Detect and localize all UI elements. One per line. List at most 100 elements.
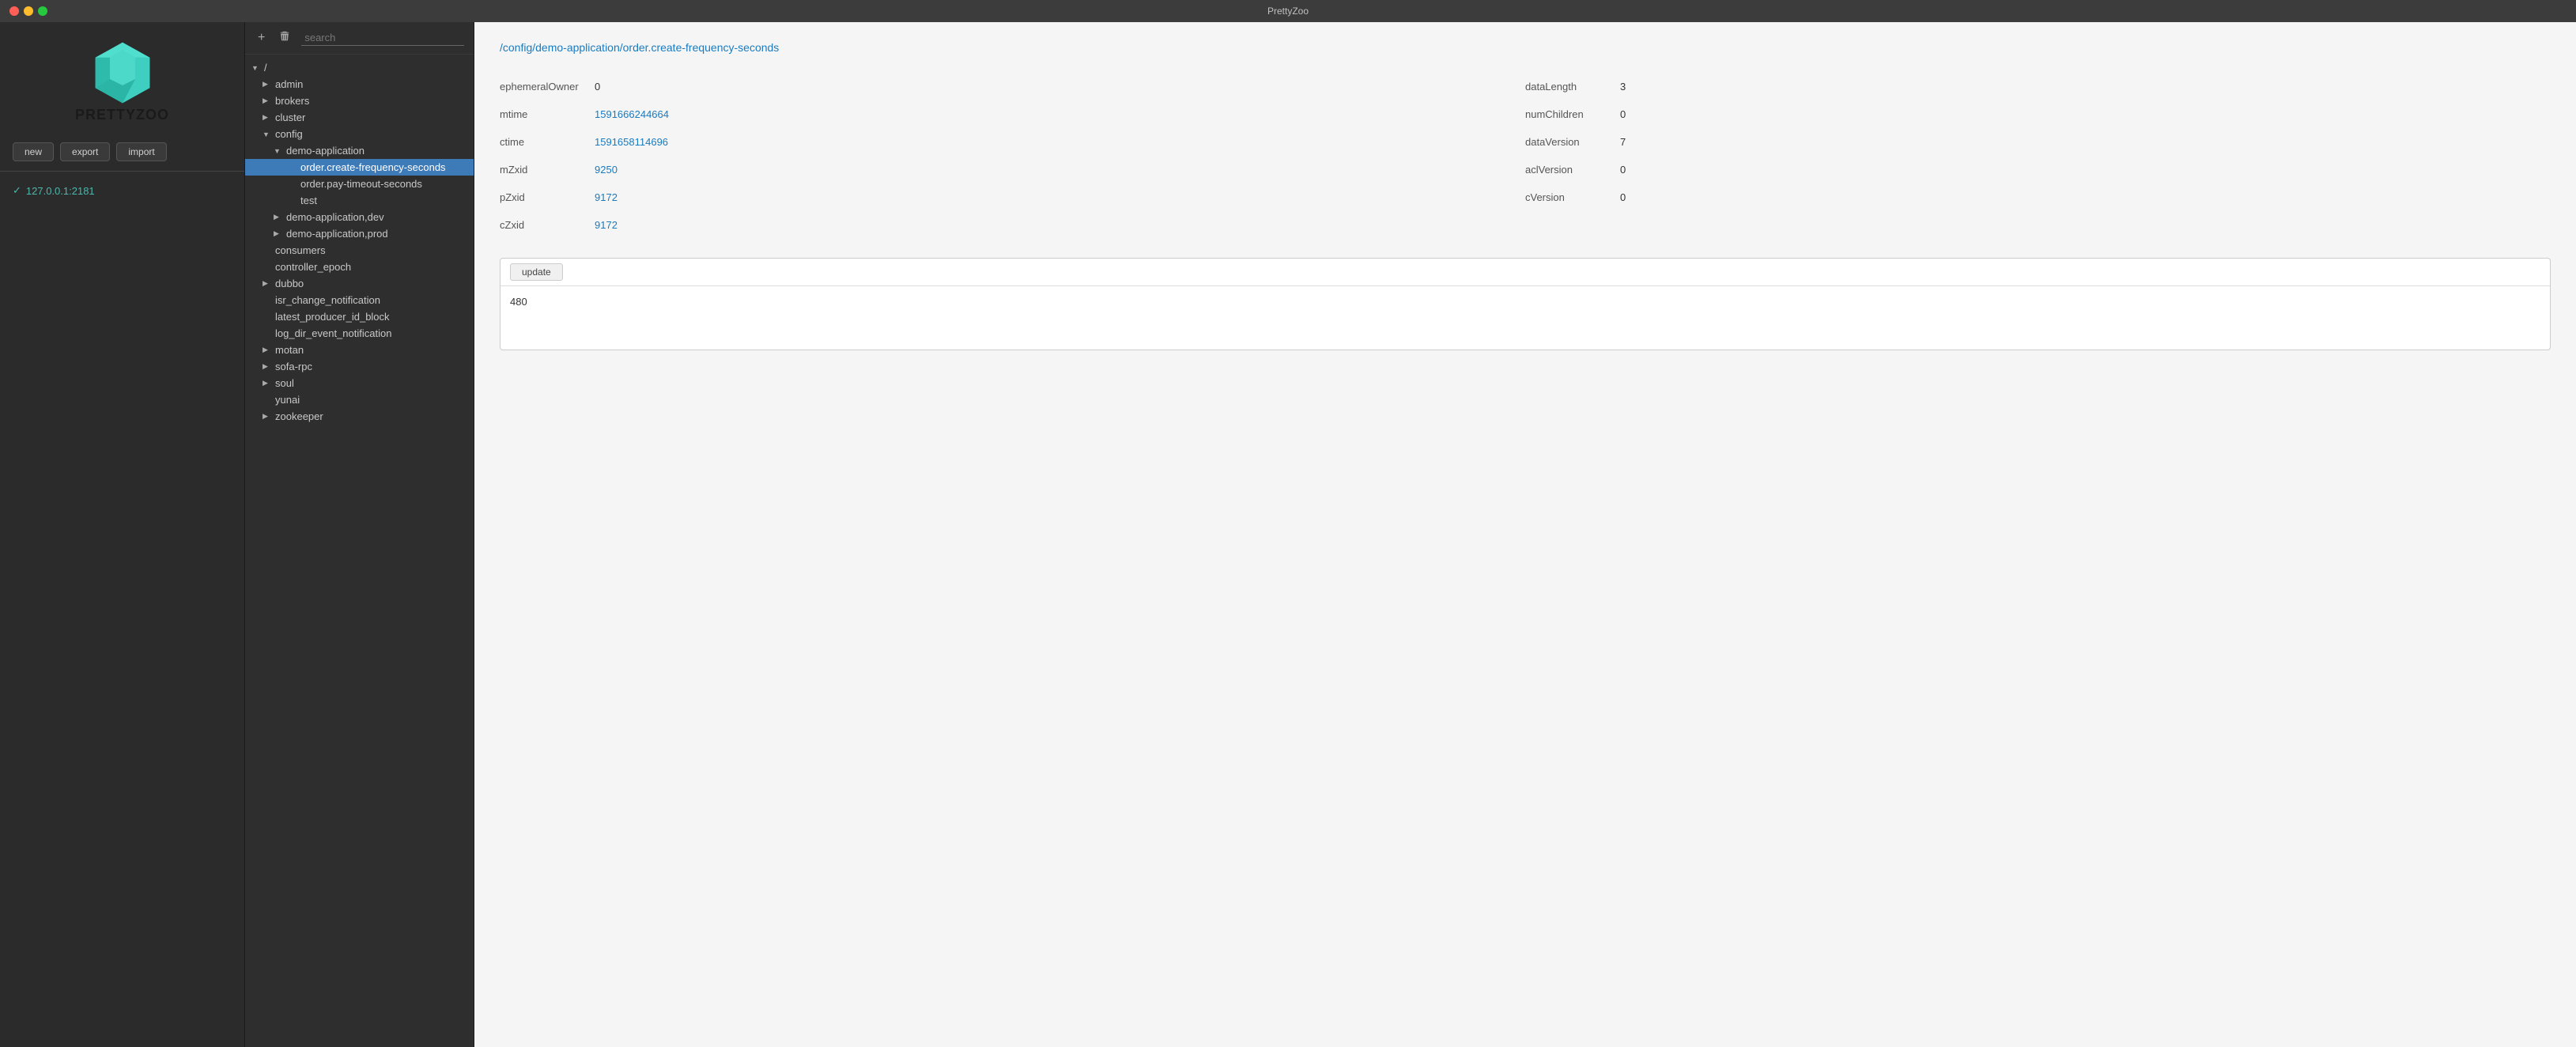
node-label-cluster: cluster [274, 112, 305, 123]
node-label-motan: motan [274, 344, 304, 356]
node-label-soul: soul [274, 377, 294, 389]
tree-node-soul[interactable]: ▶ soul [245, 375, 474, 391]
detail-row-pZxid: pZxid 9172 [500, 183, 1525, 211]
detail-row-cZxid: cZxid 9172 [500, 211, 1525, 239]
logo-text: PRETTYZOO [75, 107, 169, 123]
trash-icon [279, 31, 290, 42]
arrow-motan: ▶ [263, 346, 274, 354]
action-buttons: new export import [0, 136, 244, 171]
delete-node-button[interactable] [276, 31, 293, 46]
node-label-sofa-rpc: sofa-rpc [274, 361, 312, 372]
label-ctime: ctime [500, 136, 595, 148]
label-aclVersion: aclVersion [1525, 164, 1620, 176]
tree-node-demo-application[interactable]: ▼ demo-application [245, 142, 474, 159]
import-button[interactable]: import [116, 142, 166, 161]
close-button[interactable] [9, 6, 19, 16]
new-button[interactable]: new [13, 142, 54, 161]
search-input[interactable] [301, 30, 464, 46]
value-mZxid: 9250 [595, 164, 618, 176]
value-cVersion: 0 [1620, 191, 1626, 203]
node-label-demo-application-dev: demo-application,dev [285, 211, 384, 223]
update-button[interactable]: update [510, 263, 563, 281]
sidebar-divider [0, 171, 244, 172]
tree-panel: + ▼ / ▶ admin [245, 22, 474, 1047]
arrow-demo-application-prod: ▶ [274, 229, 285, 238]
tree-node-cluster[interactable]: ▶ cluster [245, 109, 474, 126]
update-box: update 480 [500, 258, 2551, 350]
node-label-order-pay: order.pay-timeout-seconds [299, 178, 422, 190]
node-label-admin: admin [274, 78, 303, 90]
node-label-log-dir: log_dir_event_notification [274, 327, 391, 339]
logo-icon [91, 41, 154, 107]
node-label-dubbo: dubbo [274, 278, 304, 289]
sidebar: PRETTYZOO new export import ✓ 127.0.0.1:… [0, 22, 245, 1047]
detail-row-numChildren: numChildren 0 [1525, 100, 2551, 128]
value-ctime: 1591658114696 [595, 136, 668, 148]
tree-node-sofa-rpc[interactable]: ▶ sofa-rpc [245, 358, 474, 375]
tree-node-admin[interactable]: ▶ admin [245, 76, 474, 93]
connection-item[interactable]: ✓ 127.0.0.1:2181 [0, 178, 244, 203]
detail-row-dataLength: dataLength 3 [1525, 73, 2551, 100]
tree-node-log-dir[interactable]: log_dir_event_notification [245, 325, 474, 342]
tree-node-yunai[interactable]: yunai [245, 391, 474, 408]
arrow-dubbo: ▶ [263, 279, 274, 288]
minimize-button[interactable] [24, 6, 33, 16]
tree-node-test[interactable]: test [245, 192, 474, 209]
maximize-button[interactable] [38, 6, 47, 16]
detail-row-mZxid: mZxid 9250 [500, 156, 1525, 183]
update-header: update [500, 259, 2550, 286]
detail-path: /config/demo-application/order.create-fr… [500, 41, 2551, 54]
tree-node-root[interactable]: ▼ / [245, 59, 474, 76]
arrow-cluster: ▶ [263, 113, 274, 122]
tree-node-demo-application-prod[interactable]: ▶ demo-application,prod [245, 225, 474, 242]
detail-panel: /config/demo-application/order.create-fr… [474, 22, 2576, 1047]
arrow-zookeeper: ▶ [263, 412, 274, 421]
label-mtime: mtime [500, 108, 595, 120]
detail-row-aclVersion: aclVersion 0 [1525, 156, 2551, 183]
value-ephemeralOwner: 0 [595, 81, 600, 93]
tree-node-latest-producer[interactable]: latest_producer_id_block [245, 308, 474, 325]
node-label-controller-epoch: controller_epoch [274, 261, 351, 273]
tree-node-zookeeper[interactable]: ▶ zookeeper [245, 408, 474, 425]
arrow-demo-application-dev: ▶ [274, 213, 285, 221]
update-content[interactable]: 480 [500, 286, 2550, 350]
tree-node-consumers[interactable]: consumers [245, 242, 474, 259]
label-ephemeralOwner: ephemeralOwner [500, 81, 595, 93]
detail-row-ephemeralOwner: ephemeralOwner 0 [500, 73, 1525, 100]
export-button[interactable]: export [60, 142, 110, 161]
detail-row-cVersion: cVersion 0 [1525, 183, 2551, 211]
tree-node-controller-epoch[interactable]: controller_epoch [245, 259, 474, 275]
add-node-button[interactable]: + [255, 31, 268, 45]
node-label-order-create: order.create-frequency-seconds [299, 161, 446, 173]
value-numChildren: 0 [1620, 108, 1626, 120]
tree-node-order-pay[interactable]: order.pay-timeout-seconds [245, 176, 474, 192]
value-pZxid: 9172 [595, 191, 618, 203]
value-cZxid: 9172 [595, 219, 618, 231]
arrow-sofa-rpc: ▶ [263, 362, 274, 371]
node-label-zookeeper: zookeeper [274, 410, 323, 422]
arrow-brokers: ▶ [263, 96, 274, 105]
detail-row-dataVersion: dataVersion 7 [1525, 128, 2551, 156]
tree-content: ▼ / ▶ admin ▶ brokers ▶ cluster [245, 55, 474, 1047]
node-label-root: / [263, 62, 267, 74]
arrow-admin: ▶ [263, 80, 274, 89]
arrow-demo-application: ▼ [274, 147, 285, 155]
value-dataVersion: 7 [1620, 136, 1626, 148]
titlebar: PrettyZoo [0, 0, 2576, 22]
label-dataVersion: dataVersion [1525, 136, 1620, 148]
tree-node-demo-application-dev[interactable]: ▶ demo-application,dev [245, 209, 474, 225]
value-mtime: 1591666244664 [595, 108, 669, 120]
node-label-test: test [299, 195, 317, 206]
tree-node-config[interactable]: ▼ config [245, 126, 474, 142]
label-cZxid: cZxid [500, 219, 595, 231]
detail-row-ctime: ctime 1591658114696 [500, 128, 1525, 156]
tree-node-order-create[interactable]: order.create-frequency-seconds [245, 159, 474, 176]
tree-node-isr-change[interactable]: isr_change_notification [245, 292, 474, 308]
tree-node-dubbo[interactable]: ▶ dubbo [245, 275, 474, 292]
node-label-isr-change: isr_change_notification [274, 294, 380, 306]
node-label-demo-application: demo-application [285, 145, 364, 157]
tree-node-brokers[interactable]: ▶ brokers [245, 93, 474, 109]
node-label-demo-application-prod: demo-application,prod [285, 228, 388, 240]
tree-node-motan[interactable]: ▶ motan [245, 342, 474, 358]
value-dataLength: 3 [1620, 81, 1626, 93]
